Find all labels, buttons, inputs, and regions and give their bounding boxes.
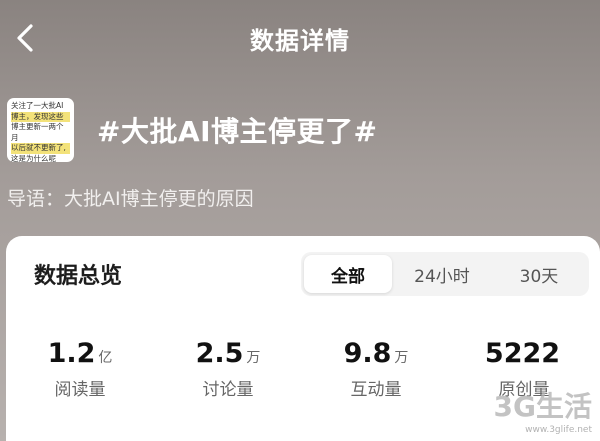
stat-value: 9.8	[343, 338, 392, 369]
overview-title: 数据总览	[34, 264, 123, 289]
stat-label: 阅读量	[54, 380, 106, 400]
time-range-tabs: 全部 24小时 30天	[301, 252, 589, 296]
stat-label: 讨论量	[202, 380, 254, 400]
stat-value: 1.2	[47, 338, 96, 369]
stat-read-count: 1.2 亿 阅读量	[6, 338, 154, 400]
stat-label: 互动量	[350, 380, 402, 400]
stat-value: 5222	[484, 338, 561, 369]
data-overview-card: 数据总览 全部 24小时 30天 1.2 亿 阅读量 2.5 万 讨论量 9.8 万 …	[6, 236, 600, 441]
topic-thumbnail[interactable]: 关注了一大批AI 博主，发现这些 博主更新一两个月 以后就不更新了, 这是为什么…	[7, 98, 74, 162]
stat-value: 2.5	[195, 338, 244, 369]
thumbnail-line: 关注了一大批AI	[11, 101, 64, 110]
stat-unit: 万	[246, 350, 261, 366]
stat-unit: 亿	[98, 350, 113, 366]
watermark: 3G生活 www.3glife.net	[474, 385, 592, 435]
top-nav-bar: 数据详情	[0, 0, 600, 76]
tab-30d[interactable]: 30天	[492, 255, 586, 293]
page-title: 数据详情	[250, 27, 350, 55]
stat-unit: 万	[394, 350, 409, 366]
tab-all[interactable]: 全部	[304, 255, 392, 293]
thumbnail-line: 这是为什么呢	[11, 153, 56, 163]
watermark-logo: 3G生活	[493, 390, 592, 423]
topic-guide-text: 导语：大批AI博主停更的原因	[7, 188, 254, 210]
watermark-site: www.3glife.net	[525, 425, 592, 435]
stat-discussion-count: 2.5 万 讨论量	[154, 338, 302, 400]
thumbnail-line: 以后就不更新了,	[11, 143, 70, 154]
stat-interaction-count: 9.8 万 互动量	[302, 338, 450, 400]
thumbnail-line: 博主更新一两个月	[11, 122, 64, 142]
tab-24h[interactable]: 24小时	[392, 255, 492, 293]
topic-title: #大批AI博主停更了#	[97, 115, 378, 148]
thumbnail-line: 博主，发现这些	[11, 111, 70, 122]
